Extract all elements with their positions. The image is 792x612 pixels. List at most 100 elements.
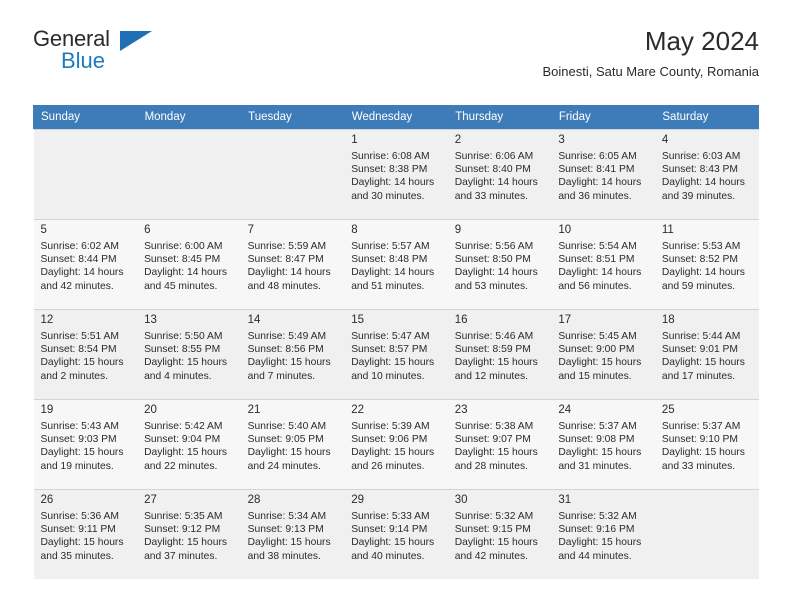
day-number: 27 xyxy=(144,494,157,506)
day-sun-info: Sunrise: 5:32 AM Sunset: 9:16 PM Daylight:… xyxy=(558,510,649,563)
daylight-text-line1: Daylight: 15 hours xyxy=(40,357,124,369)
daylight-text-line2: and 7 minutes. xyxy=(247,370,316,382)
calendar-day-cell[interactable]: 8 Sunrise: 5:57 AM Sunset: 8:48 PM Daylight… xyxy=(344,219,448,309)
daylight-text-line1: Daylight: 15 hours xyxy=(144,357,228,369)
day-cell-inner xyxy=(137,129,241,219)
day-number: 28 xyxy=(247,494,261,506)
calendar-day-cell[interactable]: 1 Sunrise: 6:08 AM Sunset: 8:38 PM Daylight… xyxy=(344,129,448,219)
sunset-text: Sunset: 8:54 PM xyxy=(40,344,117,356)
daylight-text-line2: and 17 minutes. xyxy=(661,370,736,382)
weekday-header-sunday: Sunday xyxy=(33,105,138,129)
day-sun-info: Sunrise: 5:59 AM Sunset: 8:47 PM Daylight:… xyxy=(248,240,339,293)
day-sun-info: Sunrise: 6:08 AM Sunset: 8:38 PM Daylight:… xyxy=(351,150,442,203)
calendar-day-cell[interactable]: 10 Sunrise: 5:54 AM Sunset: 8:51 PM Dayligh… xyxy=(551,219,655,309)
sunset-text: Sunset: 8:50 PM xyxy=(454,254,531,266)
sunset-text: Sunset: 8:45 PM xyxy=(144,254,221,266)
sunset-text: Sunset: 9:11 PM xyxy=(40,524,116,536)
sunset-text: Sunset: 9:10 PM xyxy=(661,434,739,446)
day-number: 12 xyxy=(40,314,54,326)
day-number: 17 xyxy=(558,314,572,326)
sunrise-text: Sunrise: 5:37 AM xyxy=(558,421,637,432)
calendar-day-cell[interactable]: 24 Sunrise: 5:37 AM Sunset: 9:08 PM Dayligh… xyxy=(551,399,655,489)
sunset-text: Sunset: 9:03 PM xyxy=(40,434,117,446)
sunset-text: Sunset: 9:06 PM xyxy=(351,434,428,446)
calendar-day-cell[interactable]: 28 Sunrise: 5:34 AM Sunset: 9:13 PM Dayligh… xyxy=(240,489,345,579)
calendar-day-cell[interactable]: 2 Sunrise: 6:06 AM Sunset: 8:40 PM Daylight… xyxy=(447,129,552,219)
daylight-text-line1: Daylight: 15 hours xyxy=(558,447,642,459)
day-sun-info: Sunrise: 5:37 AM Sunset: 9:10 PM Daylight:… xyxy=(662,420,753,473)
calendar-day-cell[interactable]: 21 Sunrise: 5:40 AM Sunset: 9:05 PM Dayligh… xyxy=(240,399,345,489)
calendar-day-cell[interactable]: 22 Sunrise: 5:39 AM Sunset: 9:06 PM Dayligh… xyxy=(344,399,448,489)
daylight-text-line2: and 33 minutes. xyxy=(661,460,736,472)
calendar-day-cell[interactable]: 29 Sunrise: 5:33 AM Sunset: 9:14 PM Dayligh… xyxy=(344,489,448,579)
sunset-text: Sunset: 8:41 PM xyxy=(558,164,635,176)
brand-logo[interactable]: General Blue xyxy=(33,28,233,74)
day-number: 30 xyxy=(454,494,468,506)
calendar-day-cell[interactable]: 18 Sunrise: 5:44 AM Sunset: 9:01 PM Dayligh… xyxy=(654,309,759,399)
day-cell-inner: 20 Sunrise: 5:42 AM Sunset: 9:04 PM Dayligh… xyxy=(137,399,241,489)
day-number: 8 xyxy=(351,224,358,236)
day-sun-info: Sunrise: 5:57 AM Sunset: 8:48 PM Daylight:… xyxy=(351,240,442,293)
calendar-day-cell[interactable]: 25 Sunrise: 5:37 AM Sunset: 9:10 PM Dayligh… xyxy=(654,399,759,489)
calendar-day-cell[interactable]: 4 Sunrise: 6:03 AM Sunset: 8:43 PM Daylight… xyxy=(654,129,759,219)
day-number: 1 xyxy=(351,134,358,146)
calendar-day-cell[interactable]: 17 Sunrise: 5:45 AM Sunset: 9:00 PM Dayligh… xyxy=(551,309,655,399)
calendar-day-cell[interactable]: 13 Sunrise: 5:50 AM Sunset: 8:55 PM Dayligh… xyxy=(137,309,241,399)
calendar-day-cell[interactable]: 27 Sunrise: 5:35 AM Sunset: 9:12 PM Dayligh… xyxy=(137,489,241,579)
calendar-day-cell[interactable]: 20 Sunrise: 5:42 AM Sunset: 9:04 PM Dayligh… xyxy=(137,399,241,489)
calendar-day-cell[interactable]: 11 Sunrise: 5:53 AM Sunset: 8:52 PM Dayligh… xyxy=(654,219,759,309)
day-number: 15 xyxy=(351,314,364,326)
calendar-day-cell[interactable]: 14 Sunrise: 5:49 AM Sunset: 8:56 PM Dayligh… xyxy=(240,309,345,399)
sunrise-text: Sunrise: 6:08 AM xyxy=(351,151,430,162)
daylight-text-line1: Daylight: 15 hours xyxy=(661,357,745,369)
daylight-text-line1: Daylight: 15 hours xyxy=(351,537,435,549)
calendar-day-cell[interactable]: 3 Sunrise: 6:05 AM Sunset: 8:41 PM Daylight… xyxy=(551,129,655,219)
calendar-day-cell[interactable]: 15 Sunrise: 5:47 AM Sunset: 8:57 PM Dayligh… xyxy=(344,309,448,399)
sunrise-text: Sunrise: 5:36 AM xyxy=(40,511,119,522)
calendar-day-cell[interactable]: 5 Sunrise: 6:02 AM Sunset: 8:44 PM Daylight… xyxy=(33,219,138,309)
calendar-day-cell[interactable]: 31 Sunrise: 5:32 AM Sunset: 9:16 PM Dayligh… xyxy=(551,489,655,579)
calendar-day-cell[interactable]: 19 Sunrise: 5:43 AM Sunset: 9:03 PM Dayligh… xyxy=(33,399,138,489)
daylight-text-line1: Daylight: 15 hours xyxy=(144,447,228,459)
sunset-text: Sunset: 8:40 PM xyxy=(454,164,531,176)
calendar-day-cell[interactable]: 26 Sunrise: 5:36 AM Sunset: 9:11 PM Dayligh… xyxy=(33,489,138,579)
sunrise-text: Sunrise: 5:45 AM xyxy=(558,331,637,342)
sunrise-text: Sunrise: 5:43 AM xyxy=(40,421,119,432)
day-cell-inner: 11 Sunrise: 5:53 AM Sunset: 8:52 PM Dayligh… xyxy=(654,219,759,309)
day-cell-inner: 13 Sunrise: 5:50 AM Sunset: 8:55 PM Dayligh… xyxy=(137,309,241,399)
day-number: 2 xyxy=(454,134,462,146)
calendar-day-cell[interactable]: 6 Sunrise: 6:00 AM Sunset: 8:45 PM Daylight… xyxy=(137,219,241,309)
day-number: 25 xyxy=(661,404,675,416)
sunrise-text: Sunrise: 5:54 AM xyxy=(558,241,637,252)
day-number: 18 xyxy=(661,314,675,326)
calendar-body: 1 Sunrise: 6:08 AM Sunset: 8:38 PM Daylight… xyxy=(33,129,759,579)
day-cell-inner: 3 Sunrise: 6:05 AM Sunset: 8:41 PM Daylight… xyxy=(551,129,655,219)
day-cell-inner: 27 Sunrise: 5:35 AM Sunset: 9:12 PM Dayligh… xyxy=(137,489,241,579)
sunset-text: Sunset: 9:04 PM xyxy=(144,434,221,446)
sunrise-text: Sunrise: 6:00 AM xyxy=(144,241,223,252)
day-number: 5 xyxy=(40,224,47,236)
calendar-day-cell[interactable]: 23 Sunrise: 5:38 AM Sunset: 9:07 PM Dayligh… xyxy=(447,399,552,489)
day-cell-inner: 2 Sunrise: 6:06 AM Sunset: 8:40 PM Daylight… xyxy=(447,129,552,219)
day-number: 9 xyxy=(454,224,462,236)
daylight-text-line2: and 19 minutes. xyxy=(40,460,114,472)
day-sun-info: Sunrise: 5:39 AM Sunset: 9:06 PM Daylight:… xyxy=(351,420,442,473)
day-sun-info: Sunrise: 5:46 AM Sunset: 8:59 PM Daylight:… xyxy=(455,330,546,383)
daylight-text-line1: Daylight: 15 hours xyxy=(144,537,228,549)
sunrise-text: Sunrise: 6:06 AM xyxy=(454,151,534,162)
calendar-day-cell[interactable]: 30 Sunrise: 5:32 AM Sunset: 9:15 PM Dayligh… xyxy=(447,489,552,579)
day-cell-inner: 22 Sunrise: 5:39 AM Sunset: 9:06 PM Dayligh… xyxy=(344,399,448,489)
daylight-text-line2: and 51 minutes. xyxy=(351,280,425,292)
calendar-day-cell[interactable]: 16 Sunrise: 5:46 AM Sunset: 8:59 PM Dayligh… xyxy=(447,309,552,399)
calendar-day-cell[interactable]: 7 Sunrise: 5:59 AM Sunset: 8:47 PM Daylight… xyxy=(240,219,345,309)
day-number: 29 xyxy=(351,494,364,506)
daylight-text-line2: and 53 minutes. xyxy=(454,280,529,292)
day-sun-info: Sunrise: 6:05 AM Sunset: 8:41 PM Daylight:… xyxy=(558,150,649,203)
day-number: 11 xyxy=(661,224,674,236)
calendar-day-cell[interactable]: 9 Sunrise: 5:56 AM Sunset: 8:50 PM Daylight… xyxy=(447,219,552,309)
daylight-text-line1: Daylight: 14 hours xyxy=(144,267,228,279)
calendar-day-cell[interactable]: 12 Sunrise: 5:51 AM Sunset: 8:54 PM Dayligh… xyxy=(33,309,138,399)
sunrise-text: Sunrise: 5:59 AM xyxy=(247,241,327,252)
day-number: 3 xyxy=(558,134,565,146)
calendar-week-row: 12 Sunrise: 5:51 AM Sunset: 8:54 PM Dayligh… xyxy=(33,309,759,399)
